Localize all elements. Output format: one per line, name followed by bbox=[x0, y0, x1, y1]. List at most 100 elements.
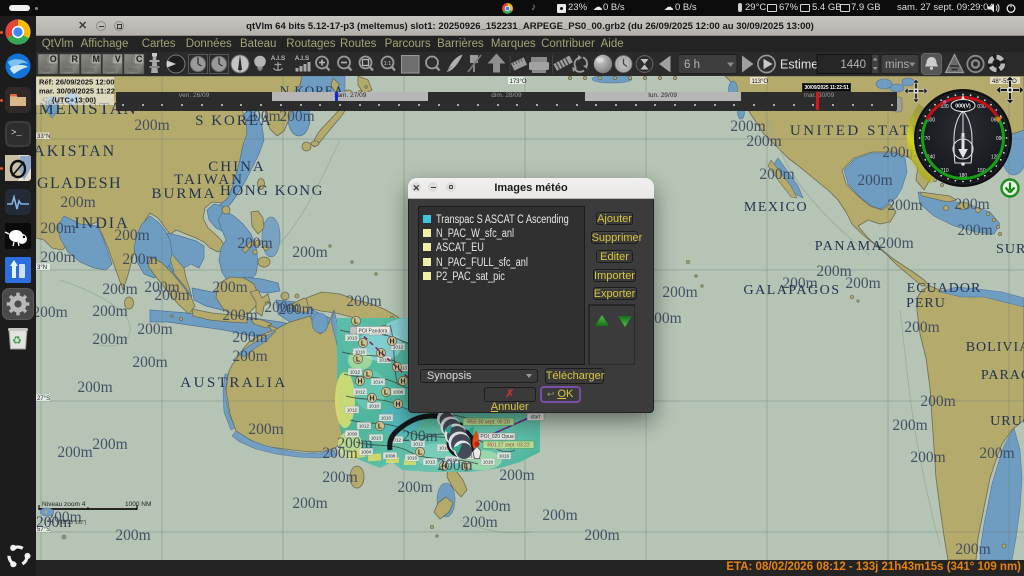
svg-text:A.I.S: A.I.S bbox=[271, 55, 286, 62]
svg-text:POI_020 Opua: POI_020 Opua bbox=[480, 434, 514, 440]
svg-text:200m: 200m bbox=[584, 527, 619, 544]
svg-text:33°N: 33°N bbox=[37, 134, 50, 140]
svg-text:200m: 200m bbox=[102, 281, 137, 298]
svg-text:6 h: 6 h bbox=[684, 59, 700, 71]
svg-text:200m: 200m bbox=[40, 249, 75, 266]
svg-text:PANAMA: PANAMA bbox=[815, 239, 883, 254]
svg-text:L: L bbox=[366, 372, 371, 379]
svg-text:mins: mins bbox=[885, 59, 910, 71]
svg-text:HONG KONG: HONG KONG bbox=[220, 183, 324, 199]
svg-text:Estime: Estime bbox=[780, 58, 818, 72]
svg-text:O: O bbox=[50, 54, 57, 64]
svg-text:200m: 200m bbox=[137, 321, 172, 338]
svg-text:200m: 200m bbox=[132, 354, 167, 371]
svg-text:200m: 200m bbox=[920, 393, 955, 410]
svg-text:R01 27 sept. 03:22: R01 27 sept. 03:22 bbox=[487, 443, 529, 449]
svg-text:200m: 200m bbox=[322, 469, 357, 486]
svg-text:L: L bbox=[384, 390, 389, 397]
svg-text:1:1: 1:1 bbox=[384, 61, 392, 67]
svg-text:PERU: PERU bbox=[906, 296, 946, 311]
svg-text:200m: 200m bbox=[248, 421, 283, 438]
svg-text:R: R bbox=[72, 54, 79, 64]
svg-text:200m: 200m bbox=[892, 417, 927, 434]
svg-text:1016: 1016 bbox=[407, 456, 418, 461]
svg-text:200m: 200m bbox=[746, 133, 781, 150]
svg-text:♻: ♻ bbox=[12, 335, 22, 347]
svg-text:PAKISTAN: PAKISTAN bbox=[36, 143, 116, 160]
svg-text:1008: 1008 bbox=[393, 390, 404, 395]
svg-text:200m: 200m bbox=[222, 307, 257, 324]
svg-text:200m: 200m bbox=[40, 220, 75, 237]
svg-text:BOLIVIA: BOLIVIA bbox=[966, 340, 1024, 355]
svg-text:200m: 200m bbox=[462, 514, 497, 531]
svg-text:(UTC+13:00): (UTC+13:00) bbox=[52, 96, 96, 105]
svg-text:000(V): 000(V) bbox=[955, 104, 971, 110]
svg-text:27°S: 27°S bbox=[37, 396, 50, 402]
svg-text:200m: 200m bbox=[662, 284, 697, 301]
svg-text:L: L bbox=[378, 424, 383, 431]
svg-text:1016: 1016 bbox=[483, 460, 494, 465]
svg-text:1013: 1013 bbox=[425, 460, 436, 465]
svg-text:INDIA: INDIA bbox=[74, 215, 129, 232]
svg-text:L: L bbox=[354, 319, 359, 326]
svg-text:POI Pandora: POI Pandora bbox=[359, 328, 388, 334]
svg-text:200m: 200m bbox=[122, 251, 157, 268]
svg-text:200m: 200m bbox=[92, 331, 127, 348]
svg-text:R50 30 sept. 05:20: R50 30 sept. 05:20 bbox=[467, 420, 509, 426]
svg-text:350: 350 bbox=[960, 136, 966, 140]
svg-text:1012: 1012 bbox=[350, 370, 361, 375]
svg-text:200m: 200m bbox=[910, 449, 945, 466]
svg-text:200m: 200m bbox=[878, 235, 913, 252]
svg-text:1012: 1012 bbox=[355, 390, 366, 395]
svg-text:1016: 1016 bbox=[355, 350, 366, 355]
svg-text:1012: 1012 bbox=[347, 408, 358, 413]
svg-text:200m: 200m bbox=[278, 301, 313, 318]
svg-text:H: H bbox=[389, 339, 394, 346]
svg-text:1014: 1014 bbox=[373, 380, 384, 385]
svg-text:mar. 30/09/2025 11:22: mar. 30/09/2025 11:22 bbox=[39, 87, 115, 96]
svg-text:200m: 200m bbox=[134, 117, 169, 134]
svg-text:1008: 1008 bbox=[385, 454, 396, 459]
svg-text:200m: 200m bbox=[232, 329, 267, 346]
svg-text:1013: 1013 bbox=[347, 336, 358, 341]
svg-text:Niveau zoom 4: Niveau zoom 4 bbox=[42, 501, 86, 508]
svg-text:200m: 200m bbox=[857, 172, 892, 189]
svg-text:1440: 1440 bbox=[840, 59, 866, 71]
svg-text:AUSTRALIA: AUSTRALIA bbox=[180, 375, 288, 391]
svg-text:start: start bbox=[531, 415, 541, 421]
svg-text:BURMA: BURMA bbox=[151, 186, 216, 202]
svg-text:200m: 200m bbox=[212, 279, 247, 296]
svg-text:200m: 200m bbox=[475, 498, 510, 515]
svg-text:MEXICO: MEXICO bbox=[744, 200, 808, 215]
svg-text:200m: 200m bbox=[759, 166, 794, 183]
svg-text:NGLADESH: NGLADESH bbox=[36, 175, 122, 192]
svg-text:L: L bbox=[418, 450, 423, 457]
svg-text:1010: 1010 bbox=[381, 416, 392, 421]
svg-text:200m: 200m bbox=[346, 293, 381, 310]
svg-text:200m: 200m bbox=[292, 244, 327, 261]
svg-text:Réf: 26/09/2025 12:00: Réf: 26/09/2025 12:00 bbox=[39, 78, 114, 87]
svg-text:200m: 200m bbox=[955, 541, 990, 558]
svg-text:H: H bbox=[395, 402, 400, 409]
svg-text:200m: 200m bbox=[957, 222, 992, 239]
svg-text:200m: 200m bbox=[402, 428, 437, 445]
svg-text:200m: 200m bbox=[237, 235, 272, 252]
svg-text:200m: 200m bbox=[232, 348, 267, 365]
svg-text:200m: 200m bbox=[77, 379, 112, 396]
svg-text:GALAPAGOS: GALAPAGOS bbox=[743, 283, 840, 298]
svg-text:113°O: 113°O bbox=[752, 79, 769, 85]
svg-text:200m: 200m bbox=[397, 479, 432, 496]
svg-text:PARAGU: PARAGU bbox=[981, 368, 1024, 383]
svg-text:200m: 200m bbox=[954, 196, 989, 213]
svg-text:1000 NM: 1000 NM bbox=[125, 501, 151, 508]
svg-text:200m: 200m bbox=[60, 194, 95, 211]
svg-text:200m: 200m bbox=[499, 467, 534, 484]
svg-text:200m: 200m bbox=[57, 444, 92, 461]
svg-text:>_: >_ bbox=[11, 128, 22, 138]
svg-text:URUG: URUG bbox=[990, 414, 1024, 429]
svg-text:H: H bbox=[400, 379, 405, 386]
svg-text:L: L bbox=[356, 357, 361, 364]
svg-text:200m: 200m bbox=[887, 197, 922, 214]
svg-text:SURI: SURI bbox=[996, 242, 1024, 257]
svg-text:C: C bbox=[136, 54, 143, 64]
